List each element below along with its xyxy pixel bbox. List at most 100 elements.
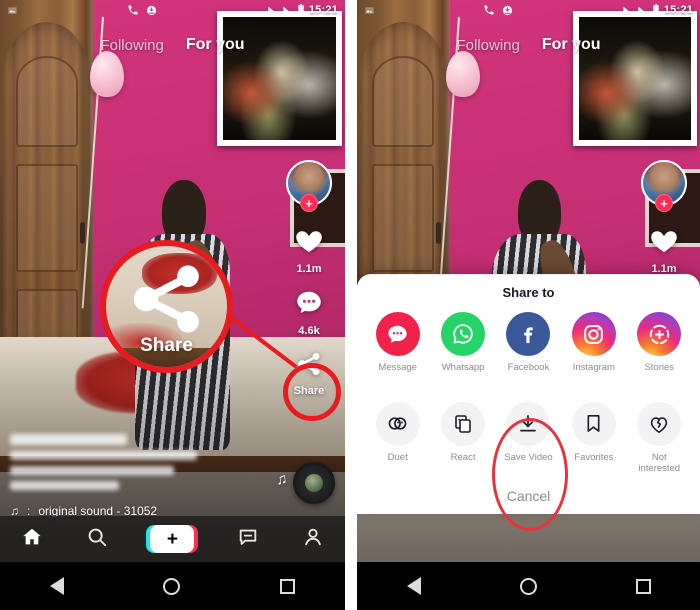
tab-for-you[interactable]: For you: [186, 36, 245, 54]
signal-icon: [267, 5, 278, 15]
photo-icon: [364, 5, 375, 16]
caption-line: [10, 466, 174, 475]
status-bar-time: 15:21: [663, 4, 693, 16]
download-icon: [502, 5, 513, 16]
download-icon: [506, 401, 551, 446]
status-bar-time: 15:21: [308, 4, 338, 16]
instagram-icon: [571, 312, 616, 357]
tab-home[interactable]: [21, 526, 43, 553]
nav-back-button[interactable]: [49, 577, 64, 595]
facebook-icon: [506, 312, 551, 357]
recents-square-icon: [280, 578, 296, 594]
status-bar: 15:21: [0, 0, 345, 20]
duet-icon: [375, 401, 420, 446]
door-panel: [372, 163, 435, 272]
comment-button[interactable]: 4.6k: [293, 288, 325, 337]
action-label: Not interested: [638, 451, 681, 474]
nav-back-button[interactable]: [406, 577, 421, 595]
recents-square-icon: [635, 578, 651, 594]
action-label: Favorites: [574, 451, 614, 463]
share-target-message[interactable]: Message: [369, 312, 427, 373]
like-count: 1.1m: [651, 263, 677, 275]
nav-home-button[interactable]: [519, 577, 537, 595]
comment-count: 4.6k: [298, 325, 320, 337]
tiktok-feed-screen: 15:21 Following For you + 1.1m 4.6k Shar…: [0, 0, 345, 562]
person-icon: [302, 526, 324, 553]
share-apps-row: Message Whatsapp Facebook Instagram Stor…: [357, 312, 700, 373]
tab-following[interactable]: Following: [456, 37, 519, 54]
sheet-divider: [371, 274, 686, 276]
follow-plus-icon[interactable]: +: [300, 194, 318, 212]
avatar[interactable]: +: [286, 160, 332, 212]
wall-picture-frame: [573, 11, 697, 147]
tab-inbox[interactable]: [237, 526, 259, 553]
status-mid-icons: [18, 4, 267, 16]
cancel-button[interactable]: Cancel: [357, 488, 700, 506]
action-save-video[interactable]: Save Video: [499, 401, 557, 463]
phone-right: 15:21 Following For you + 1.1m Share to …: [357, 0, 700, 610]
signal-icon: [622, 5, 633, 15]
instagram-stories-icon: [637, 312, 682, 357]
door-panel: [15, 163, 78, 272]
share-target-label: Facebook: [507, 362, 550, 374]
nav-recents-button[interactable]: [635, 578, 651, 594]
share-sheet: Share to Message Whatsapp Facebook Insta…: [357, 274, 700, 514]
status-right-icons: 15:21: [622, 4, 693, 16]
music-record-disc[interactable]: [293, 462, 335, 504]
status-right-icons: 15:21: [267, 4, 338, 16]
like-button[interactable]: 1.1m: [292, 225, 326, 275]
tab-discover[interactable]: [86, 526, 108, 553]
photo-icon: [7, 5, 18, 16]
tab-profile[interactable]: [302, 526, 324, 553]
action-react[interactable]: React: [434, 401, 492, 463]
door-handle: [436, 222, 442, 245]
share-button[interactable]: Share: [294, 350, 324, 397]
like-button[interactable]: 1.1m: [647, 225, 681, 275]
follow-plus-icon[interactable]: +: [655, 194, 673, 212]
heart-icon: [647, 225, 681, 261]
share-actions-row: Duet React Save Video Favorites Not inte…: [357, 274, 700, 474]
pink-balloon: [89, 50, 124, 97]
share-target-stories[interactable]: Stories: [630, 312, 688, 373]
action-label: Duet: [387, 451, 408, 463]
phone-4g-icon: [127, 4, 139, 16]
record-label: [305, 474, 323, 492]
action-duet[interactable]: Duet: [369, 401, 427, 463]
share-target-facebook[interactable]: Facebook: [499, 312, 557, 373]
avatar[interactable]: +: [641, 160, 687, 212]
tab-following[interactable]: Following: [100, 37, 163, 54]
share-target-label: Instagram: [572, 362, 615, 374]
home-icon: [21, 526, 43, 553]
share-target-instagram[interactable]: Instagram: [565, 312, 623, 373]
caption-line: [10, 451, 198, 460]
whatsapp-icon: [441, 312, 486, 357]
react-icon: [441, 401, 486, 446]
action-rail: + 1.1m 4.6k Share: [281, 160, 337, 397]
share-target-whatsapp[interactable]: Whatsapp: [434, 312, 492, 373]
android-system-nav: [357, 562, 700, 610]
action-rail: + 1.1m: [636, 160, 692, 275]
search-icon: [86, 526, 108, 553]
action-not-interested[interactable]: Not interested: [630, 401, 688, 474]
floating-music-note-icon: ♫: [274, 470, 289, 489]
share-target-label: Message: [378, 362, 417, 374]
nav-home-button[interactable]: [163, 577, 181, 595]
caption-line: [10, 481, 120, 490]
phone-4g-icon: [483, 4, 495, 16]
nav-recents-button[interactable]: [280, 578, 296, 594]
message-icon: [375, 312, 420, 357]
plus-icon[interactable]: +: [146, 525, 199, 553]
action-label: Save Video: [504, 451, 553, 463]
share-target-label: Stories: [644, 362, 675, 374]
door-handle: [79, 222, 85, 245]
tab-for-you[interactable]: For you: [542, 36, 601, 54]
tab-create[interactable]: +: [146, 525, 199, 553]
bookmark-icon: [571, 401, 616, 446]
status-bar: 15:21: [357, 0, 700, 20]
battery-icon: [652, 4, 660, 16]
feed-header: Following For you: [357, 36, 700, 54]
door-panel: [372, 55, 435, 148]
comment-icon: [293, 288, 325, 323]
action-favorites[interactable]: Favorites: [565, 401, 623, 463]
broken-heart-icon: [637, 401, 682, 446]
